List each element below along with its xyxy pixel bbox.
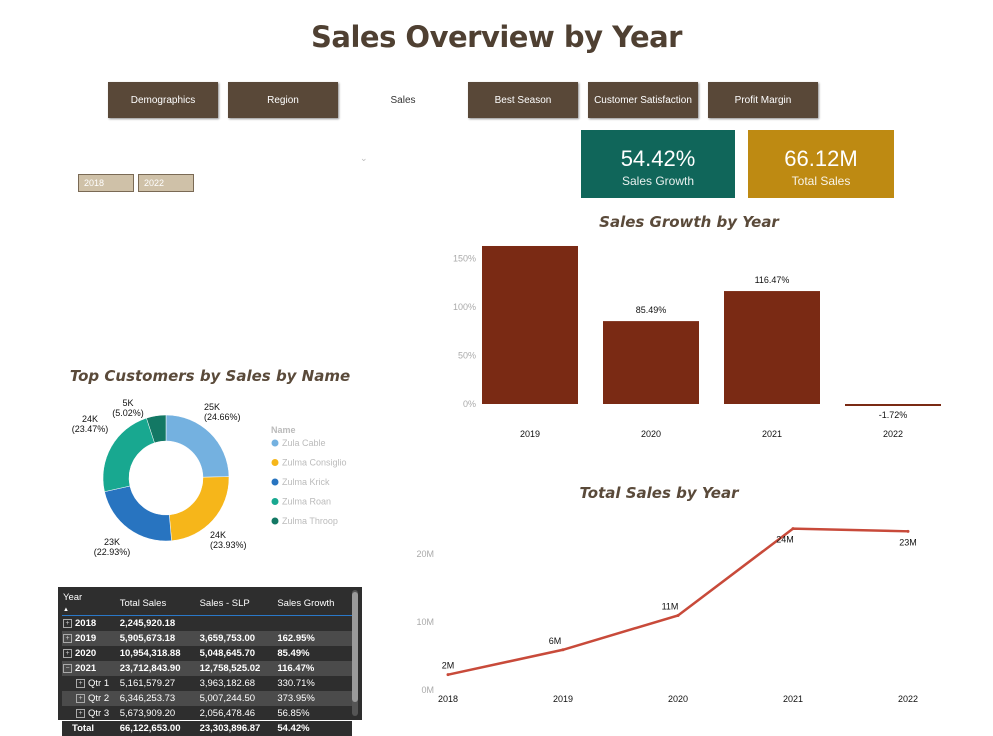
sales-growth-value: 54.42%	[620, 146, 696, 171]
chevron-down-icon[interactable]: ⌄	[360, 153, 368, 164]
sales-growth-bar-chart: 0%50%100%150%162.95%201985.49%2020116.47…	[453, 245, 941, 439]
data-label: 23M	[899, 537, 917, 547]
sales-growth-label: Sales Growth	[621, 174, 695, 188]
top-customers-donut-chart: 25K (24.66%) 24K (23.93%) 23K (22.93%) 24K (23.…	[72, 398, 347, 557]
matrix-header-sales-growth[interactable]: Sales Growth	[276, 591, 352, 616]
legend-title: Name	[271, 425, 296, 435]
x-tick-label: 2021	[762, 429, 782, 439]
data-point	[676, 613, 680, 617]
nav-demographics-button[interactable]: Demographics	[108, 82, 218, 118]
x-tick-label: 2022	[898, 694, 918, 704]
expand-icon[interactable]: +	[76, 678, 85, 688]
expand-icon[interactable]: +	[63, 633, 72, 643]
legend-item: Zulma Roan	[282, 497, 331, 507]
table-total-row: Total 66,122,653.00 23,303,896.87 54.42%	[62, 721, 352, 736]
nav-best-season-button[interactable]: Best Season	[468, 82, 578, 118]
data-point	[791, 527, 795, 531]
nav-customer-satisfaction-button[interactable]: Customer Satisfaction	[588, 82, 698, 118]
total-sales-card: 66.12M Total Sales	[748, 130, 894, 198]
end-year-input[interactable]: 2022	[138, 174, 194, 192]
data-label: 11M	[662, 601, 679, 611]
table-row: + Qtr 3 5,673,909.20 2,056,478.46 56.85%	[62, 706, 352, 721]
data-label: 85.49%	[636, 305, 667, 315]
slice-label: 24K (23.47%)	[72, 414, 109, 434]
nav-profit-margin-button[interactable]: Profit Margin	[708, 82, 818, 118]
legend-marker	[271, 517, 279, 525]
legend-item: Zulma Consiglio	[282, 458, 347, 468]
legend-item: Zulma Throop	[282, 516, 338, 526]
legend-marker	[271, 459, 279, 466]
expand-icon[interactable]: +	[76, 693, 85, 703]
bar-chart-title: Sales Growth by Year	[599, 213, 779, 231]
y-tick-label: 20M	[416, 549, 434, 559]
sales-growth-card: 54.42% Sales Growth	[581, 130, 735, 198]
table-row: −2021 23,712,843.90 12,758,525.02 116.47%	[62, 661, 352, 676]
x-tick-label: 2021	[783, 694, 803, 704]
slice-label: 23K (22.93%)	[94, 537, 131, 557]
y-tick-label: 0%	[463, 399, 476, 409]
x-tick-label: 2018	[438, 694, 458, 704]
y-tick-label: 10M	[416, 617, 434, 627]
data-label: 24M	[776, 535, 794, 545]
total-sales-value: 66.12M	[784, 146, 858, 171]
bar	[603, 321, 699, 404]
x-tick-label: 2019	[553, 694, 573, 704]
sales-matrix-table: Year ▲ Total Sales Sales - SLP Sales Grow…	[58, 587, 362, 736]
line-chart-title: Total Sales by Year	[579, 484, 739, 502]
matrix-scrollbar[interactable]	[352, 590, 358, 716]
collapse-icon[interactable]: −	[63, 663, 72, 673]
expand-icon[interactable]: +	[76, 708, 85, 718]
legend-item: Zulma Krick	[282, 477, 330, 487]
page-title: Sales Overview by Year	[311, 20, 682, 54]
y-tick-label: 50%	[458, 351, 476, 361]
donut-slice	[165, 414, 230, 478]
y-tick-label: 0M	[421, 685, 434, 695]
y-tick-label: 150%	[453, 254, 476, 264]
bar	[845, 404, 941, 406]
matrix-header-sales-slp[interactable]: Sales - SLP	[199, 591, 277, 616]
donut-chart-title: Top Customers by Sales by Name	[69, 367, 351, 385]
x-tick-label: 2020	[641, 429, 661, 439]
total-sales-label: Total Sales	[791, 174, 851, 188]
legend-marker	[271, 478, 279, 486]
table-row: +2019 5,905,673.18 3,659,753.00 162.95%	[62, 631, 352, 646]
matrix-header-year[interactable]: Year ▲	[62, 591, 119, 616]
matrix-header-total-sales[interactable]: Total Sales	[119, 591, 199, 616]
slice-label: 25K (24.66%)	[204, 402, 241, 422]
slice-label: 5K (5.02%)	[112, 398, 144, 418]
data-point	[906, 529, 910, 533]
nav-sales-button[interactable]: Sales	[348, 82, 458, 118]
x-tick-label: 2019	[520, 429, 540, 439]
total-sales-line-chart: 0M 10M 20M 2M 2018 6M 2019 11M 2020 24M 2021 23M 202…	[416, 527, 918, 704]
y-tick-label: 100%	[453, 302, 476, 312]
donut-slice	[104, 485, 172, 542]
bar	[724, 291, 820, 404]
slice-label: 24K (23.93%)	[210, 530, 247, 550]
legend-marker	[271, 439, 279, 447]
data-point	[446, 673, 450, 677]
nav-region-button[interactable]: Region	[228, 82, 338, 118]
data-label: 2M	[442, 661, 455, 671]
table-row: + Qtr 2 6,346,253.73 5,007,244.50 373.95%	[62, 691, 352, 706]
data-label: 116.47%	[755, 275, 790, 285]
data-label: -1.72%	[879, 410, 908, 420]
table-row: +2018 2,245,920.18	[62, 616, 352, 632]
donut-slice	[102, 417, 155, 492]
data-label: 6M	[549, 636, 562, 646]
x-tick-label: 2020	[668, 694, 688, 704]
legend-marker	[271, 498, 279, 505]
start-year-input[interactable]: 2018	[78, 174, 134, 192]
expand-icon[interactable]: +	[63, 648, 72, 658]
table-row: +2020 10,954,318.88 5,048,645.70 85.49%	[62, 646, 352, 661]
expand-icon[interactable]: +	[63, 618, 72, 628]
bar	[482, 245, 578, 404]
legend-item: Zula Cable	[282, 438, 326, 448]
table-row: + Qtr 1 5,161,579.27 3,963,182.68 330.71%	[62, 676, 352, 691]
x-tick-label: 2022	[883, 429, 903, 439]
data-point	[561, 648, 565, 652]
